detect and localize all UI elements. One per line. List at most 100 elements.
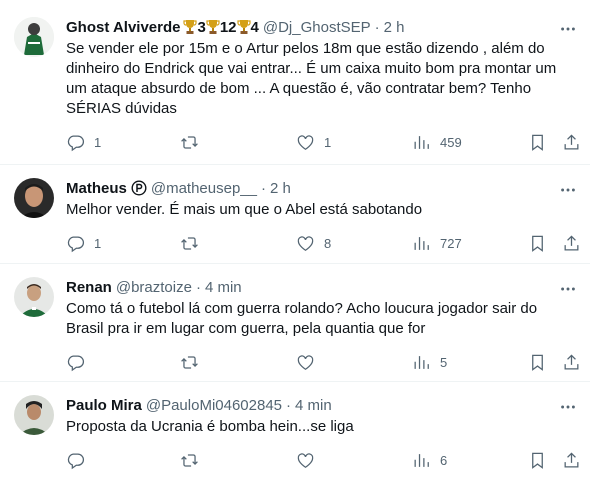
display-name[interactable]: Paulo Mira xyxy=(66,397,142,414)
tweet-text: Proposta da Ucrania é bomba hein...se li… xyxy=(66,418,354,435)
like-button[interactable]: 1 xyxy=(296,132,331,152)
share-icon xyxy=(562,234,581,253)
retweet-icon xyxy=(180,234,199,253)
reply-button[interactable]: 1 xyxy=(66,233,101,253)
views-icon xyxy=(412,451,431,470)
views-icon xyxy=(412,234,431,253)
action-bar: 5 xyxy=(66,352,574,372)
user-handle[interactable]: @Dj_GhostSEP xyxy=(263,19,371,36)
retweet-icon xyxy=(180,133,199,152)
action-bar: 1 1 459 xyxy=(66,132,574,152)
tweet[interactable]: Renan @braztoize · 4 min Como tá o futeb… xyxy=(0,264,590,382)
bookmark-icon xyxy=(528,451,547,470)
bookmark-icon xyxy=(528,133,547,152)
heart-icon xyxy=(296,133,315,152)
view-count: 5 xyxy=(440,354,448,370)
separator-dot: · xyxy=(260,179,266,197)
views-icon xyxy=(412,353,431,372)
bookmark-button[interactable] xyxy=(528,352,547,372)
trophy-icon xyxy=(206,19,220,35)
share-button[interactable] xyxy=(562,450,581,470)
bookmark-button[interactable] xyxy=(528,132,547,152)
avatar[interactable] xyxy=(14,395,54,435)
reply-icon xyxy=(66,234,85,253)
retweet-button[interactable] xyxy=(180,233,208,253)
like-button[interactable] xyxy=(296,450,324,470)
like-count: 1 xyxy=(324,134,332,150)
reply-icon xyxy=(66,133,85,152)
reply-feed: Ghost Alviverde 3 12 4 @Dj_GhostSEP · 2 … xyxy=(0,0,590,479)
user-handle[interactable]: @braztoize xyxy=(116,279,192,296)
tweet-header: Matheus @matheusep__ · 2 h xyxy=(66,178,574,198)
share-button[interactable] xyxy=(562,132,581,152)
avatar[interactable] xyxy=(14,277,54,317)
like-button[interactable] xyxy=(296,352,324,372)
share-button[interactable] xyxy=(562,352,581,372)
action-bar: 1 8 727 xyxy=(66,233,574,253)
timestamp[interactable]: 4 min xyxy=(295,397,332,414)
timestamp[interactable]: 2 h xyxy=(270,180,291,197)
avatar[interactable] xyxy=(14,17,54,57)
bookmark-icon xyxy=(528,234,547,253)
more-icon[interactable] xyxy=(558,397,578,417)
tweet[interactable]: Matheus @matheusep__ · 2 h Melhor vender… xyxy=(0,165,590,264)
user-handle[interactable]: @PauloMi04602845 xyxy=(146,397,282,414)
trophy-count: 12 xyxy=(219,18,237,36)
trophy-count: 3 xyxy=(197,18,206,36)
share-icon xyxy=(562,451,581,470)
retweet-icon xyxy=(180,353,199,372)
circled-p-icon xyxy=(131,180,147,196)
retweet-button[interactable] xyxy=(180,132,208,152)
timestamp[interactable]: 4 min xyxy=(205,279,242,296)
retweet-icon xyxy=(180,451,199,470)
tweet[interactable]: Ghost Alviverde 3 12 4 @Dj_GhostSEP · 2 … xyxy=(0,0,590,165)
trophy-icon xyxy=(236,19,251,35)
view-count: 727 xyxy=(440,235,462,251)
more-icon[interactable] xyxy=(558,180,578,200)
heart-icon xyxy=(296,353,315,372)
bookmark-button[interactable] xyxy=(528,450,547,470)
views-button[interactable]: 5 xyxy=(412,352,447,372)
like-button[interactable]: 8 xyxy=(296,233,331,253)
user-handle[interactable]: @matheusep__ xyxy=(151,180,257,197)
share-icon xyxy=(562,133,581,152)
retweet-button[interactable] xyxy=(180,352,208,372)
share-icon xyxy=(562,353,581,372)
tweet-header: Paulo Mira @PauloMi04602845 · 4 min xyxy=(66,395,574,415)
trophy-icon xyxy=(183,19,198,35)
more-icon[interactable] xyxy=(558,279,578,299)
tweet-header: Renan @braztoize · 4 min xyxy=(66,277,574,297)
action-bar: 6 xyxy=(66,450,574,470)
display-name[interactable]: Matheus xyxy=(66,180,127,197)
separator-dot: · xyxy=(374,18,380,36)
bookmark-button[interactable] xyxy=(528,233,547,253)
reply-button[interactable] xyxy=(66,450,94,470)
reply-button[interactable]: 1 xyxy=(66,132,101,152)
views-button[interactable]: 727 xyxy=(412,233,462,253)
heart-icon xyxy=(296,451,315,470)
like-count: 8 xyxy=(324,235,332,251)
reply-count: 1 xyxy=(94,235,102,251)
tweet-text: Melhor vender. É mais um que o Abel está… xyxy=(66,201,423,218)
separator-dot: · xyxy=(195,278,201,296)
reply-button[interactable] xyxy=(66,352,94,372)
more-icon[interactable] xyxy=(558,19,578,39)
tweet-header: Ghost Alviverde 3 12 4 @Dj_GhostSEP · 2 … xyxy=(66,17,574,37)
display-name[interactable]: Ghost Alviverde xyxy=(66,19,180,36)
view-count: 6 xyxy=(440,452,448,468)
views-button[interactable]: 6 xyxy=(412,450,447,470)
views-icon xyxy=(412,133,431,152)
trophy-count: 4 xyxy=(250,18,259,36)
tweet[interactable]: Paulo Mira @PauloMi04602845 · 4 min Prop… xyxy=(0,382,590,479)
display-name[interactable]: Renan xyxy=(66,279,112,296)
timestamp[interactable]: 2 h xyxy=(384,19,405,36)
view-count: 459 xyxy=(440,134,462,150)
heart-icon xyxy=(296,234,315,253)
tweet-text: Se vender ele por 15m e o Artur pelos 18… xyxy=(66,40,557,117)
reply-count: 1 xyxy=(94,134,102,150)
retweet-button[interactable] xyxy=(180,450,208,470)
reply-icon xyxy=(66,353,85,372)
avatar[interactable] xyxy=(14,178,54,218)
views-button[interactable]: 459 xyxy=(412,132,462,152)
share-button[interactable] xyxy=(562,233,581,253)
